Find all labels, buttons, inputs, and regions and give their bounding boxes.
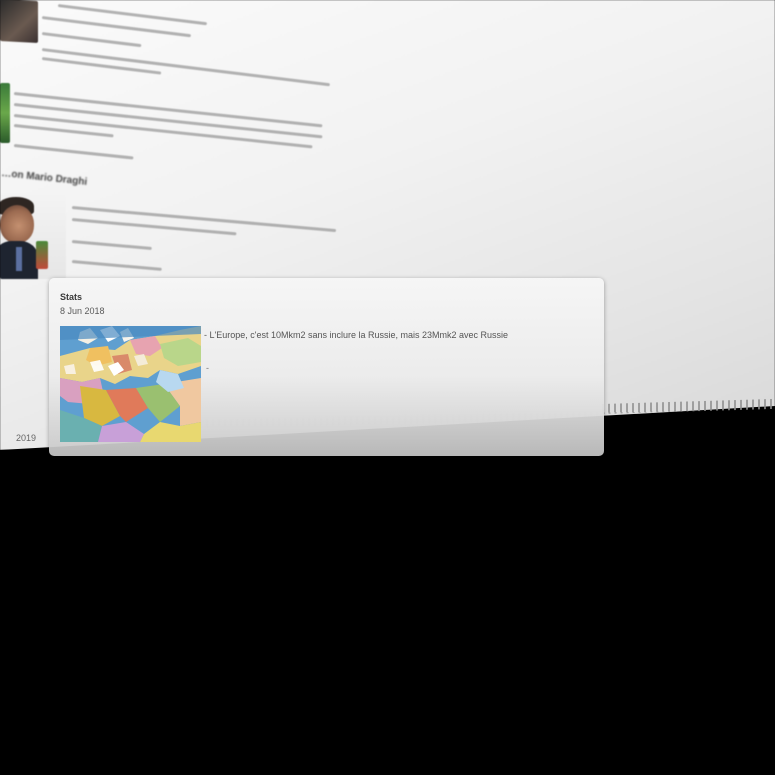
section-heading: …on Mario Draghi — [0, 168, 88, 188]
photo-face — [0, 205, 34, 243]
europe-map-image[interactable] — [60, 326, 201, 442]
stats-card[interactable]: Stats 8 Jun 2018 - L'Europe, c'est 10Mkm… — [49, 278, 604, 456]
card-extra-text: - — [206, 363, 209, 373]
text-line — [41, 32, 142, 48]
person-photo[interactable] — [0, 193, 66, 279]
text-line — [71, 240, 152, 250]
text-line — [13, 144, 134, 160]
text-line — [41, 48, 331, 87]
card-body-text: - L'Europe, c'est 10Mkm2 sans inclure la… — [204, 330, 509, 340]
text-line — [13, 124, 114, 138]
text-line — [71, 206, 337, 233]
photo-tie — [16, 247, 22, 271]
article-thumbnail-green[interactable] — [0, 83, 10, 143]
article-thumbnail-top[interactable] — [0, 0, 38, 43]
timeline-year-label: 2019 — [16, 433, 37, 443]
text-line — [71, 260, 162, 271]
photo-flag — [36, 241, 48, 269]
map-illustration — [60, 326, 201, 442]
card-date: 8 Jun 2018 — [60, 306, 105, 316]
scene: …on Mario Draghi 2019 Stats 8 Jun 2018 -… — [0, 0, 775, 775]
card-title: Stats — [60, 292, 83, 302]
